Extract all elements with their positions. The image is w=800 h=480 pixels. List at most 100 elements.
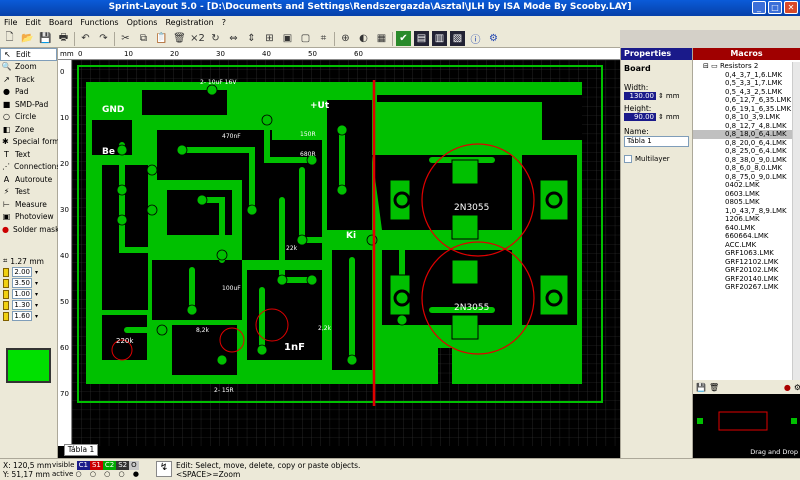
macro-item[interactable]: GRF20140.LMK bbox=[693, 275, 793, 284]
redo-icon[interactable]: ↷ bbox=[96, 31, 111, 46]
pad-inner-input[interactable]: 1.00 bbox=[12, 289, 32, 299]
width-spinner-icon[interactable]: ⇕ bbox=[658, 92, 664, 100]
tool-circle[interactable]: ○ Circle bbox=[0, 111, 57, 124]
macro-item[interactable]: 0,8_38,0_9,0.LMK bbox=[693, 156, 793, 165]
macro-item[interactable]: 0,8_10_3,9.LMK bbox=[693, 113, 793, 122]
tool-special-form[interactable]: ✱ Special form bbox=[0, 136, 60, 149]
bom-icon[interactable]: ▧ bbox=[450, 31, 465, 46]
tool-measure[interactable]: ⊢ Measure bbox=[0, 198, 57, 211]
tool-test[interactable]: ⚡ Test bbox=[0, 186, 57, 199]
macro-item[interactable]: 0805.LMK bbox=[693, 198, 793, 207]
macro-folder[interactable]: ⊟ ▭ Resistors 2 bbox=[693, 62, 793, 71]
tool-solder-mask[interactable]: ● Solder mask bbox=[0, 223, 59, 236]
macro-item[interactable]: 0,5_4,3_2,5.LMK bbox=[693, 88, 793, 97]
tool-zone[interactable]: ◧ Zone bbox=[0, 123, 57, 136]
canvas-area[interactable]: mm 0 10 20 30 40 50 60 0 10 20 30 40 50 … bbox=[58, 48, 620, 458]
folder-collapse-icon[interactable]: ⊟ bbox=[703, 62, 709, 70]
height-spinner-icon[interactable]: ⇕ bbox=[658, 113, 664, 121]
delete-macro-icon[interactable]: 🗑 bbox=[709, 383, 719, 392]
paste-icon[interactable]: 📋 bbox=[154, 31, 169, 46]
menu-edit[interactable]: Edit bbox=[21, 16, 45, 30]
macro-item[interactable]: ACC.LMK bbox=[693, 241, 793, 250]
close-button[interactable]: ✕ bbox=[784, 1, 798, 14]
macro-item[interactable]: 0,6_19,1_6,35.LMK bbox=[693, 105, 793, 114]
macro-item[interactable]: 640.LMK bbox=[693, 224, 793, 233]
macro-item[interactable]: 0,8_6,0_8,0.LMK bbox=[693, 164, 793, 173]
macro-item[interactable]: 0603.LMK bbox=[693, 190, 793, 199]
track-width-input[interactable]: 2.00 bbox=[12, 267, 32, 277]
ungroup-icon[interactable]: ▢ bbox=[298, 31, 313, 46]
layer-color-swatch[interactable] bbox=[6, 348, 51, 383]
macro-item[interactable]: 0,8_20,0_6,4.LMK bbox=[693, 139, 793, 148]
macro-item[interactable]: 0,8_75,0_9,0.LMK bbox=[693, 173, 793, 182]
group-icon[interactable]: ▣ bbox=[280, 31, 295, 46]
tool-zoom[interactable]: 🔍 Zoom bbox=[0, 61, 57, 74]
delete-icon[interactable]: 🗑 bbox=[172, 31, 187, 46]
open-folder-icon[interactable]: 📂 bbox=[20, 31, 35, 46]
record-icon[interactable]: ● bbox=[784, 383, 791, 392]
layer-icon[interactable]: ▦ bbox=[374, 31, 389, 46]
multilayer-checkbox[interactable] bbox=[624, 155, 632, 163]
layer-s1[interactable]: S1 bbox=[89, 461, 103, 470]
gerber-icon[interactable]: ▤ bbox=[414, 31, 429, 46]
macro-tree[interactable]: ⊟ ▭ Resistors 2 0,4_3,7_1,6.LMK 0,5_3,3_1… bbox=[693, 62, 793, 380]
tab-board-1[interactable]: Tábla 1 bbox=[64, 444, 98, 456]
macro-item[interactable]: 0,8_18,0_6,4.LMK bbox=[693, 130, 793, 139]
menu-options[interactable]: Options bbox=[123, 16, 162, 30]
snap-mode-icon[interactable]: ↯ bbox=[156, 461, 172, 477]
print-icon[interactable]: 🖶 bbox=[56, 31, 71, 46]
tool-edit[interactable]: ↖ Edit bbox=[0, 48, 57, 61]
drill-icon[interactable]: ▥ bbox=[432, 31, 447, 46]
layer-o[interactable]: O bbox=[129, 461, 139, 470]
macro-item[interactable]: 0,8_12,7_4,8.LMK bbox=[693, 122, 793, 131]
save-macro-icon[interactable]: 💾 bbox=[696, 383, 706, 392]
name-input[interactable]: Tábla 1 bbox=[624, 136, 689, 147]
undo-icon[interactable]: ↶ bbox=[78, 31, 93, 46]
copy-icon[interactable]: ⧉ bbox=[136, 31, 151, 46]
macro-item[interactable]: 1,0_43,7_8,9.LMK bbox=[693, 207, 793, 216]
macro-options-icon[interactable]: ⚙ bbox=[794, 383, 800, 392]
mirror-v-icon[interactable]: ⇕ bbox=[244, 31, 259, 46]
save-icon[interactable]: 💾 bbox=[38, 31, 53, 46]
macro-item[interactable]: 0,8_25,0_6,4.LMK bbox=[693, 147, 793, 156]
info-icon[interactable]: ⓘ bbox=[468, 31, 483, 46]
macro-item[interactable]: 0,6_12,7_6,35.LMK bbox=[693, 96, 793, 105]
macro-item[interactable]: 1206.LMK bbox=[693, 215, 793, 224]
tool-autoroute[interactable]: A Autoroute bbox=[0, 173, 57, 186]
cut-icon[interactable]: ✂ bbox=[118, 31, 133, 46]
tool-track[interactable]: ↗ Track bbox=[0, 73, 57, 86]
tool-pad[interactable]: ● Pad bbox=[0, 86, 57, 99]
macro-item[interactable]: 660664.LMK bbox=[693, 232, 793, 241]
width-input[interactable]: 130.00 bbox=[624, 92, 656, 100]
active-radio-icons[interactable]: ○ ○ ○ ○ ● bbox=[76, 470, 142, 478]
macro-item[interactable]: 0402.LMK bbox=[693, 181, 793, 190]
macro-item[interactable]: GRF1063.LMK bbox=[693, 249, 793, 258]
grid-setting[interactable]: ⌗ 1.27 mm bbox=[0, 256, 57, 267]
layer-c1[interactable]: C1 bbox=[76, 461, 90, 470]
tool-text[interactable]: T Text bbox=[0, 148, 57, 161]
align-icon[interactable]: ⊞ bbox=[262, 31, 277, 46]
menu-board[interactable]: Board bbox=[45, 16, 77, 30]
mirror-h-icon[interactable]: ⇔ bbox=[226, 31, 241, 46]
maximize-button[interactable]: □ bbox=[768, 1, 782, 14]
macro-scrollbar[interactable] bbox=[792, 62, 800, 380]
menu-registration[interactable]: Registration bbox=[161, 16, 217, 30]
tool-connections[interactable]: ⋰ Connections bbox=[0, 161, 60, 174]
tool-smd-pad[interactable]: ■ SMD-Pad bbox=[0, 98, 57, 111]
macro-item[interactable]: 0,5_3,3_1,7.LMK bbox=[693, 79, 793, 88]
pcb-board[interactable]: GND Be +Ut Ki 2N3055 2N3055 1nF 220k 150… bbox=[72, 60, 620, 446]
macro-item[interactable]: 0,4_3,7_1,6.LMK bbox=[693, 71, 793, 80]
drc-icon[interactable]: ✔ bbox=[396, 31, 411, 46]
layer-s2[interactable]: S2 bbox=[116, 461, 130, 470]
layer-c2[interactable]: C2 bbox=[102, 461, 117, 470]
macro-item[interactable]: GRF12102.LMK bbox=[693, 258, 793, 267]
settings-icon[interactable]: ⚙ bbox=[486, 31, 501, 46]
snap-icon[interactable]: ⌗ bbox=[316, 31, 331, 46]
height-input[interactable]: 90.00 bbox=[624, 113, 656, 121]
new-file-icon[interactable]: 🗋 bbox=[2, 31, 17, 46]
zoom-fit-icon[interactable]: ⊕ bbox=[338, 31, 353, 46]
smd-height-input[interactable]: 1.60 bbox=[12, 311, 32, 321]
rotate-icon[interactable]: ↻ bbox=[208, 31, 223, 46]
smd-width-input[interactable]: 1.30 bbox=[12, 300, 32, 310]
duplicate-icon[interactable]: ×2 bbox=[190, 31, 205, 46]
